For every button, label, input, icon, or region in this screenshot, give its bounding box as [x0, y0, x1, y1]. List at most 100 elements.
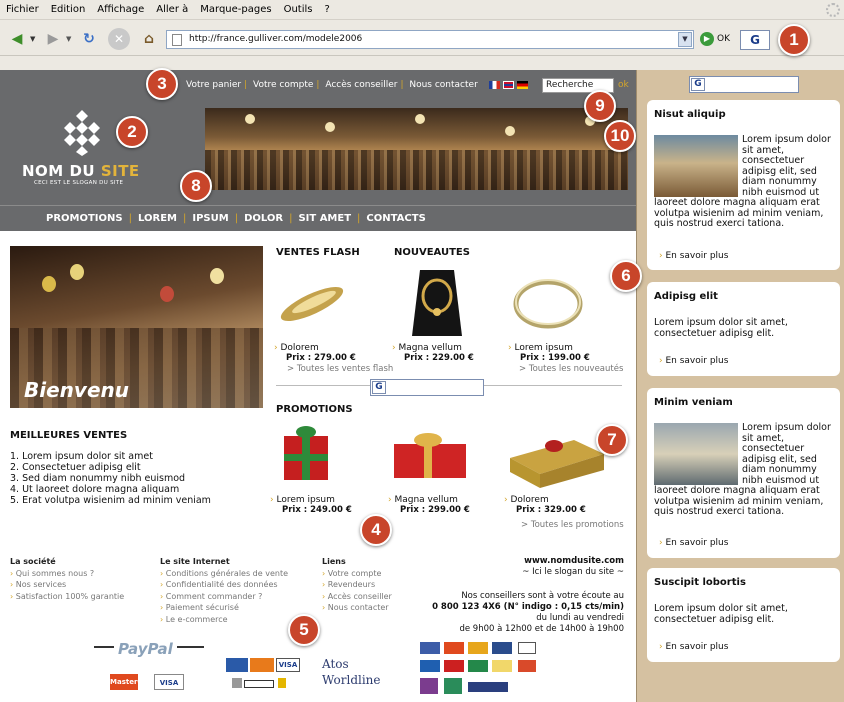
google-toolbar-icon[interactable]: G — [740, 30, 770, 50]
list-item[interactable]: 5. Erat volutpa wisienim ad minim veniam — [10, 495, 211, 506]
read-more-link[interactable]: En savoir plus — [659, 642, 728, 652]
footer-link[interactable]: Accès conseiller — [322, 591, 392, 603]
all-flash-link[interactable]: Toutes les ventes flash — [287, 364, 393, 374]
google-search-widget[interactable]: G — [689, 76, 799, 93]
account-link[interactable]: Votre compte — [253, 80, 313, 90]
go-arrow-icon[interactable]: ▶ — [700, 32, 714, 46]
payment-logos-grid — [420, 642, 544, 702]
product-price: Prix : 199.00 € — [520, 353, 590, 363]
box-title: Suscipit lobortis — [654, 577, 746, 588]
site-name[interactable]: NOM DU SITE — [22, 162, 140, 180]
footer-link[interactable]: Nous contacter — [322, 602, 392, 614]
callout-5: 5 — [288, 614, 320, 646]
google-search-widget[interactable]: G — [370, 379, 484, 396]
product-name: Dolorem — [274, 343, 384, 353]
nav-lorem[interactable]: LOREM — [138, 213, 177, 224]
list-item[interactable]: 1. Lorem ipsum dolor sit amet — [10, 451, 211, 462]
back-dropdown-icon[interactable]: ▼ — [30, 35, 35, 43]
sidebar-box: Suscipit lobortis Lorem ipsum dolor sit … — [647, 568, 840, 662]
nav-ipsum[interactable]: IPSUM — [192, 213, 228, 224]
nav-dolor[interactable]: DOLOR — [244, 213, 283, 224]
box-title: Nisut aliquip — [654, 109, 726, 120]
reload-icon[interactable]: ↻ — [78, 28, 100, 50]
box-title: Minim veniam — [654, 397, 733, 408]
product-card[interactable]: Dolorem Prix : 279.00 € — [274, 266, 384, 363]
read-more-link[interactable]: En savoir plus — [659, 356, 728, 366]
footer-link[interactable]: Nos services — [10, 579, 124, 591]
menu-bar: Fichier Edition Affichage Aller à Marque… — [0, 0, 844, 20]
footer-link[interactable]: Confidentialité des données — [160, 579, 288, 591]
search-ok-button[interactable]: ok — [618, 80, 629, 90]
product-card[interactable]: Lorem ipsum Prix : 249.00 € — [270, 418, 380, 515]
all-new-link[interactable]: Toutes les nouveautés — [519, 364, 624, 374]
flag-fr-icon[interactable] — [489, 81, 500, 89]
product-price: Prix : 279.00 € — [286, 353, 356, 363]
nav-sit-amet[interactable]: SIT AMET — [298, 213, 351, 224]
contact-line: Nos conseillers sont à votre écoute au — [461, 591, 624, 601]
callout-3: 3 — [146, 68, 178, 100]
menu-tools[interactable]: Outils — [284, 4, 313, 15]
right-sidebar: G Nisut aliquip Lorem ipsum dolor sit am… — [636, 70, 844, 702]
home-icon[interactable]: ⌂ — [138, 28, 160, 50]
atos-logo-line2: Worldline — [322, 673, 381, 687]
site-domain[interactable]: www.nomdusite.com — [420, 556, 624, 567]
nav-contacts[interactable]: CONTACTS — [366, 213, 425, 224]
mall-image — [654, 135, 738, 197]
read-more-link[interactable]: En savoir plus — [659, 251, 728, 261]
brooch-image — [280, 287, 344, 321]
url-dropdown-icon[interactable]: ▼ — [678, 32, 692, 47]
forward-dropdown-icon[interactable]: ▼ — [66, 35, 71, 43]
footer-link[interactable]: Paiement sécurisé — [160, 602, 288, 614]
sidebar-box: Minim veniam Lorem ipsum dolor sit amet,… — [647, 388, 840, 558]
cart-link[interactable]: Votre panier — [186, 80, 241, 90]
logo-icon[interactable] — [58, 108, 106, 156]
footer-link[interactable]: Qui sommes nous ? — [10, 568, 124, 580]
stop-icon[interactable]: ✕ — [108, 28, 130, 50]
product-card[interactable]: Magna vellum Prix : 229.00 € — [392, 266, 502, 363]
callout-10: 10 — [604, 120, 636, 152]
hero-title: Bienvenu — [24, 378, 129, 402]
list-item[interactable]: 4. Ut laoreet dolore magna aliquam — [10, 484, 211, 495]
callout-4: 4 — [360, 514, 392, 546]
menu-go[interactable]: Aller à — [156, 4, 188, 15]
footer-link[interactable]: Satisfaction 100% garantie — [10, 591, 124, 603]
menu-help[interactable]: ? — [324, 4, 329, 15]
read-more-link[interactable]: En savoir plus — [659, 538, 728, 548]
promotions-title: PROMOTIONS — [276, 404, 353, 415]
address-bar[interactable]: http://france.gulliver.com/modele2006 ▼ — [166, 30, 694, 49]
footer-link[interactable]: Conditions générales de vente — [160, 568, 288, 580]
footer-heading: La société — [10, 557, 56, 566]
contact-link[interactable]: Nous contacter — [409, 80, 477, 90]
google-icon: G — [372, 381, 386, 394]
menu-file[interactable]: Fichier — [6, 4, 39, 15]
box-text: Lorem ipsum dolor sit amet, consectetuer… — [654, 134, 834, 230]
footer-link[interactable]: Votre compte — [322, 568, 392, 580]
atos-logo: Atos Worldline — [322, 656, 381, 688]
product-price: Prix : 329.00 € — [516, 505, 586, 515]
card-logos: VISA — [226, 658, 302, 694]
footer-link[interactable]: Comment commander ? — [160, 591, 288, 603]
product-card[interactable]: Lorem ipsum Prix : 199.00 € — [508, 266, 618, 363]
flag-uk-icon[interactable] — [503, 81, 514, 89]
menu-bookmarks[interactable]: Marque-pages — [200, 4, 271, 15]
callout-2: 2 — [116, 116, 148, 148]
menu-edit[interactable]: Edition — [51, 4, 86, 15]
product-price: Prix : 249.00 € — [282, 505, 352, 515]
menu-view[interactable]: Affichage — [97, 4, 144, 15]
product-price: Prix : 229.00 € — [404, 353, 474, 363]
best-sellers-title: MEILLEURES VENTES — [10, 430, 128, 441]
go-button[interactable]: OK — [717, 34, 730, 44]
list-item[interactable]: 3. Sed diam nonummy nibh euismod — [10, 473, 211, 484]
callout-6: 6 — [610, 260, 642, 292]
back-arrow-icon[interactable]: ◀ — [6, 28, 28, 50]
footer-link[interactable]: Revendeurs — [322, 579, 392, 591]
flag-de-icon[interactable] — [517, 81, 528, 89]
all-promo-link[interactable]: Toutes les promotions — [521, 520, 624, 530]
footer-link[interactable]: Le e-commerce — [160, 614, 288, 626]
advisor-link[interactable]: Accès conseiller — [325, 80, 397, 90]
nav-promotions[interactable]: PROMOTIONS — [46, 213, 123, 224]
contact-line: du lundi au vendredi — [536, 613, 624, 623]
forward-arrow-icon[interactable]: ▶ — [42, 28, 64, 50]
list-item[interactable]: 2. Consectetuer adipisg elit — [10, 462, 211, 473]
product-card[interactable]: Magna vellum Prix : 299.00 € — [388, 418, 498, 515]
